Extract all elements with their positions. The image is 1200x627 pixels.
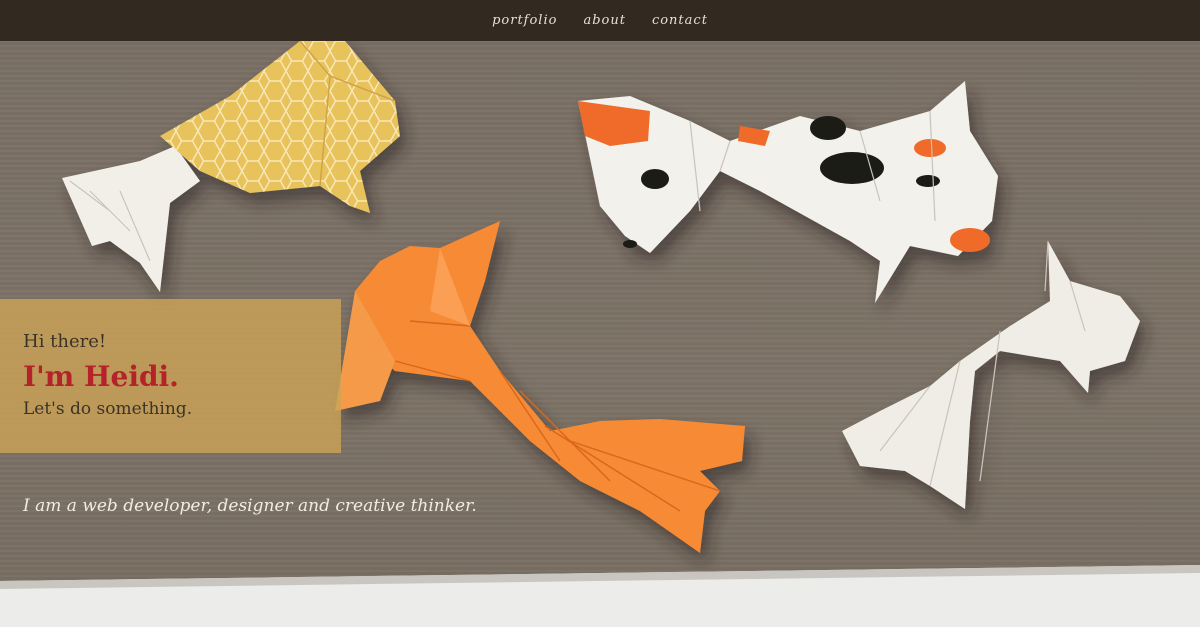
greeting-text: Hi there! bbox=[23, 331, 107, 352]
tagline-text: I am a web developer, designer and creat… bbox=[23, 496, 477, 516]
spotted-koi bbox=[578, 81, 998, 303]
call-to-action-text: Let's do something. bbox=[23, 399, 193, 419]
yellow-koi bbox=[62, 41, 400, 292]
nav-link-about[interactable]: about bbox=[583, 13, 626, 28]
name-heading: I'm Heidi. bbox=[23, 360, 179, 393]
floor-ledge bbox=[0, 565, 1200, 627]
nav-link-contact[interactable]: contact bbox=[652, 13, 708, 28]
top-navigation: portfolio about contact bbox=[0, 0, 1200, 41]
nav-link-portfolio[interactable]: portfolio bbox=[492, 13, 557, 28]
